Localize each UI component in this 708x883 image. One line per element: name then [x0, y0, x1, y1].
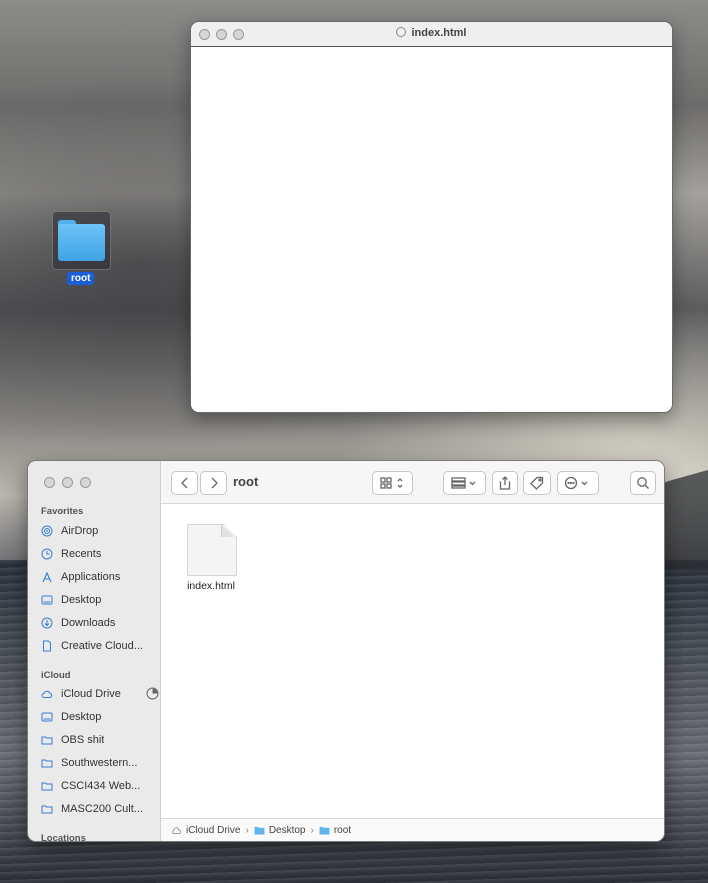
sidebar-item-obs[interactable]: OBS shit	[41, 730, 159, 750]
path-item-desktop[interactable]: Desktop	[254, 825, 306, 836]
sidebar-item-southwestern[interactable]: Southwestern...	[41, 753, 159, 773]
group-icon	[450, 477, 475, 489]
search-button[interactable]	[630, 471, 656, 495]
desktop-folder-label[interactable]: root	[67, 272, 95, 285]
sidebar-item-label: MASC200 Cult...	[61, 803, 143, 815]
group-button[interactable]	[443, 471, 486, 495]
html-document-icon	[187, 524, 237, 576]
window-controls	[44, 477, 91, 488]
sidebar-item-downloads[interactable]: Downloads	[41, 613, 159, 633]
tag-button[interactable]	[523, 471, 551, 495]
sidebar-item-icloud-desktop[interactable]: Desktop	[41, 707, 159, 727]
folder-icon	[41, 803, 53, 815]
close-button[interactable]	[44, 477, 55, 488]
share-icon	[499, 476, 511, 490]
sidebar-item-label: Southwestern...	[61, 757, 138, 769]
tag-icon	[530, 476, 544, 490]
sidebar-item-csci434[interactable]: CSCI434 Web...	[41, 776, 159, 796]
path-item-root[interactable]: root	[319, 825, 351, 836]
sidebar-item-label: CSCI434 Web...	[61, 780, 141, 792]
minimize-button[interactable]	[62, 477, 73, 488]
document-icon	[41, 640, 53, 652]
back-button[interactable]	[171, 471, 198, 495]
chevron-left-icon	[180, 477, 187, 489]
path-item-label: Desktop	[268, 824, 306, 836]
browser-window[interactable]: index.html	[190, 21, 673, 413]
page-icon	[396, 27, 407, 37]
folder-icon	[41, 757, 53, 769]
folder-body	[58, 224, 105, 261]
clock-icon	[41, 548, 53, 560]
sidebar-item-recents[interactable]: Recents	[41, 544, 159, 564]
path-item-label: iCloud Drive	[186, 824, 241, 836]
folder-icon	[254, 826, 265, 835]
icloud-heading: iCloud	[41, 670, 71, 681]
path-item-icloud-drive[interactable]: iCloud Drive	[171, 825, 240, 836]
chevron-right-icon	[211, 477, 218, 489]
finder-window[interactable]: Favorites AirDrop Recents Applications D…	[27, 460, 665, 842]
ellipsis-circle-icon	[564, 476, 588, 490]
finder-toolbar: root	[161, 461, 664, 504]
file-item[interactable]: index.html	[181, 524, 241, 592]
sidebar-item-label: Creative Cloud...	[61, 640, 143, 652]
locations-heading: Locations	[41, 833, 86, 842]
sidebar-item-label: Applications	[61, 571, 121, 583]
forward-button[interactable]	[200, 471, 227, 495]
sidebar-item-desktop[interactable]: Desktop	[41, 590, 159, 610]
desktop-folder-icon[interactable]	[52, 211, 111, 270]
sidebar-item-creative-cloud[interactable]: Creative Cloud...	[41, 636, 159, 656]
browser-title-text: index.html	[411, 27, 467, 39]
path-bar: iCloud Drive › Desktop › root	[161, 818, 664, 841]
cloud-icon	[41, 688, 53, 700]
finder-content[interactable]: index.html	[161, 504, 664, 819]
share-button[interactable]	[492, 471, 518, 495]
applications-icon	[41, 571, 53, 583]
zoom-button[interactable]	[80, 477, 91, 488]
sidebar-item-label: Desktop	[61, 594, 102, 606]
folder-icon	[319, 826, 330, 835]
sidebar-item-icloud-drive[interactable]: iCloud Drive	[41, 684, 159, 704]
browser-content[interactable]	[191, 47, 672, 412]
browser-titlebar[interactable]: index.html	[191, 22, 672, 47]
icloud-storage-pie-icon	[146, 687, 159, 700]
sidebar-item-label: Downloads	[61, 617, 116, 629]
view-mode-button[interactable]	[372, 471, 413, 495]
airdrop-icon	[41, 525, 53, 537]
cloud-icon	[172, 826, 182, 834]
sidebar-item-label: iCloud Drive	[61, 688, 121, 700]
download-icon	[41, 617, 53, 629]
sidebar-item-applications[interactable]: Applications	[41, 567, 159, 587]
favorites-heading: Favorites	[41, 506, 84, 517]
sidebar-item-label: OBS shit	[61, 734, 105, 746]
path-item-label: root	[333, 824, 352, 836]
file-name: index.html	[187, 580, 235, 592]
sidebar-item-airdrop[interactable]: AirDrop	[41, 521, 159, 541]
action-button[interactable]	[557, 471, 599, 495]
sidebar-item-masc200[interactable]: MASC200 Cult...	[41, 799, 159, 819]
finder-window-title: root	[233, 474, 259, 489]
icon-view-icon	[379, 477, 402, 489]
desktop-icon	[41, 594, 53, 606]
chevron-right-icon: ›	[245, 824, 249, 836]
folder-icon	[41, 780, 53, 792]
sidebar-item-label: Desktop	[61, 711, 102, 723]
folder-icon	[41, 734, 53, 746]
search-icon	[637, 477, 649, 489]
desktop-icon	[41, 711, 53, 723]
chevron-right-icon: ›	[310, 824, 314, 836]
browser-title: index.html	[191, 27, 672, 39]
document-sheet	[187, 524, 237, 576]
sidebar-item-label: AirDrop	[61, 525, 99, 537]
sidebar-item-label: Recents	[61, 548, 102, 560]
finder-sidebar: Favorites AirDrop Recents Applications D…	[28, 461, 161, 841]
